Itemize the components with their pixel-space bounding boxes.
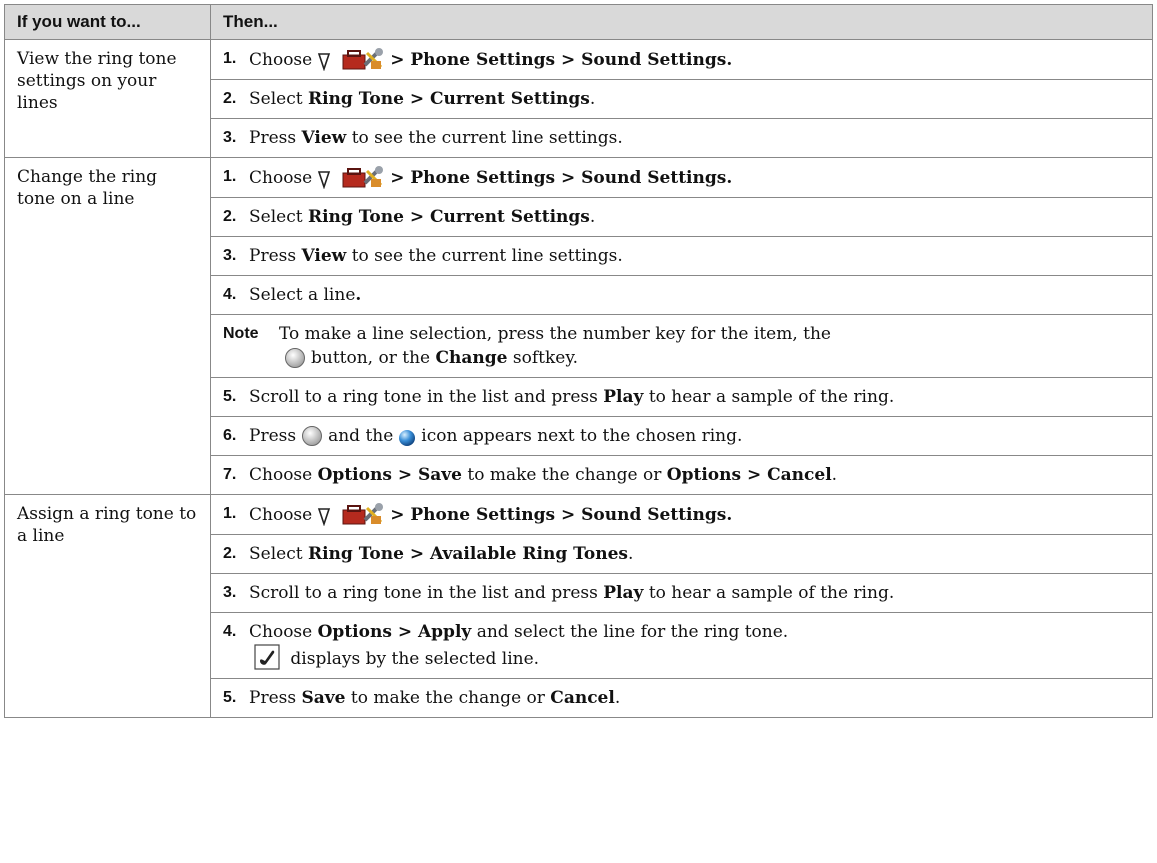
step: 3. Scroll to a ring tone in the list and… [211,573,1152,612]
step-number: 4. [223,286,237,303]
settings-toolbox-icon [342,166,384,188]
header-then: Then... [210,4,1153,40]
step-text: Choose Options > Save to make the change… [249,465,838,485]
step-text: Choose > Phone Settings > Sound Settings. [249,165,1140,190]
step-text: Press Save to make the change or Cancel. [249,688,621,708]
step-text: Select Ring Tone > Current Settings. [249,207,596,227]
step-text: Press View to see the current line setti… [249,128,623,148]
step-number: 5. [223,388,237,405]
steps-cell: 1. Choose > Phone Settings > Sound Settin… [210,157,1153,495]
step: 3. Press View to see the current line se… [211,118,1152,157]
task-assign-ring-tone: Assign a ring tone to a line [4,494,211,718]
step: 4. Choose Options > Apply and select the… [211,612,1152,678]
phone-checkmark-icon [254,644,280,670]
table-row: View the ring tone settings on your line… [4,39,1153,158]
select-button-icon [302,426,323,446]
step: 4. Select a line. [211,275,1152,314]
step: 1. Choose > Phone Settings > Sound Settin… [211,495,1152,534]
step: 2. Select Ring Tone > Available Ring Ton… [211,534,1152,573]
nav-down-icon [318,53,331,71]
step-number: 2. [223,545,237,562]
steps-cell: 1. Choose > Phone Settings > Sound Settin… [210,494,1153,718]
step-number: 5. [223,689,237,706]
note-text: To make a line selection, press the numb… [279,324,831,368]
instructions-table: If you want to... Then... View the ring … [4,4,1153,718]
task-view-ring-tone: View the ring tone settings on your line… [4,39,211,158]
selected-ball-icon [399,430,416,446]
step: 7. Choose Options > Save to make the cha… [211,455,1152,494]
step-number: 7. [223,466,237,483]
step: 2. Select Ring Tone > Current Settings. [211,197,1152,236]
step-text: Scroll to a ring tone in the list and pr… [249,583,895,603]
step-number: 2. [223,208,237,225]
step-number: 6. [223,427,237,444]
step-number: 1. [223,505,237,522]
table-row: Change the ring tone on a line 1. Choose… [4,157,1153,495]
step-number: 2. [223,90,237,107]
step-text: Choose Options > Apply and select the li… [249,622,789,670]
step-text: Choose > Phone Settings > Sound Settings. [249,502,1140,527]
header-if-you-want: If you want to... [4,4,211,40]
select-button-icon [285,348,305,368]
step: 6. Press and the icon appears next to the … [211,416,1152,455]
step-text: Choose > Phone Settings > Sound Settings. [249,47,1140,72]
step: 1. Choose > Phone Settings > Sound Settin… [211,158,1152,197]
steps-cell: 1. Choose > Phone Settings > Sound Settin… [210,39,1153,158]
step-number: 4. [223,623,237,640]
step: 3. Press View to see the current line se… [211,236,1152,275]
step: 2. Select Ring Tone > Current Settings. [211,79,1152,118]
step: 1. Choose > Phone Settings > Sound Settin… [211,40,1152,79]
step: 5. Press Save to make the change or Canc… [211,678,1152,717]
nav-down-icon [318,508,331,526]
step: 5. Scroll to a ring tone in the list and… [211,377,1152,416]
step-text: Select Ring Tone > Available Ring Tones. [249,544,634,564]
step-text: Select Ring Tone > Current Settings. [249,89,596,109]
table-row: Assign a ring tone to a line 1. Choose > … [4,494,1153,718]
step-number: 1. [223,168,237,185]
step-number: 3. [223,584,237,601]
step-text: Scroll to a ring tone in the list and pr… [249,387,895,407]
step-text: Press View to see the current line setti… [249,246,623,266]
step-text: Press and the icon appears next to the cho… [249,426,743,446]
step-number: 1. [223,50,237,67]
task-change-ring-tone: Change the ring tone on a line [4,157,211,495]
step-number: 3. [223,129,237,146]
nav-down-icon [318,171,331,189]
settings-toolbox-icon [342,48,384,70]
step-text: Select a line. [249,285,362,305]
settings-toolbox-icon [342,503,384,525]
note-label: Note [223,325,259,342]
header-row: If you want to... Then... [4,4,1153,40]
note: Note To make a line selection, press the… [211,314,1152,377]
step-number: 3. [223,247,237,264]
